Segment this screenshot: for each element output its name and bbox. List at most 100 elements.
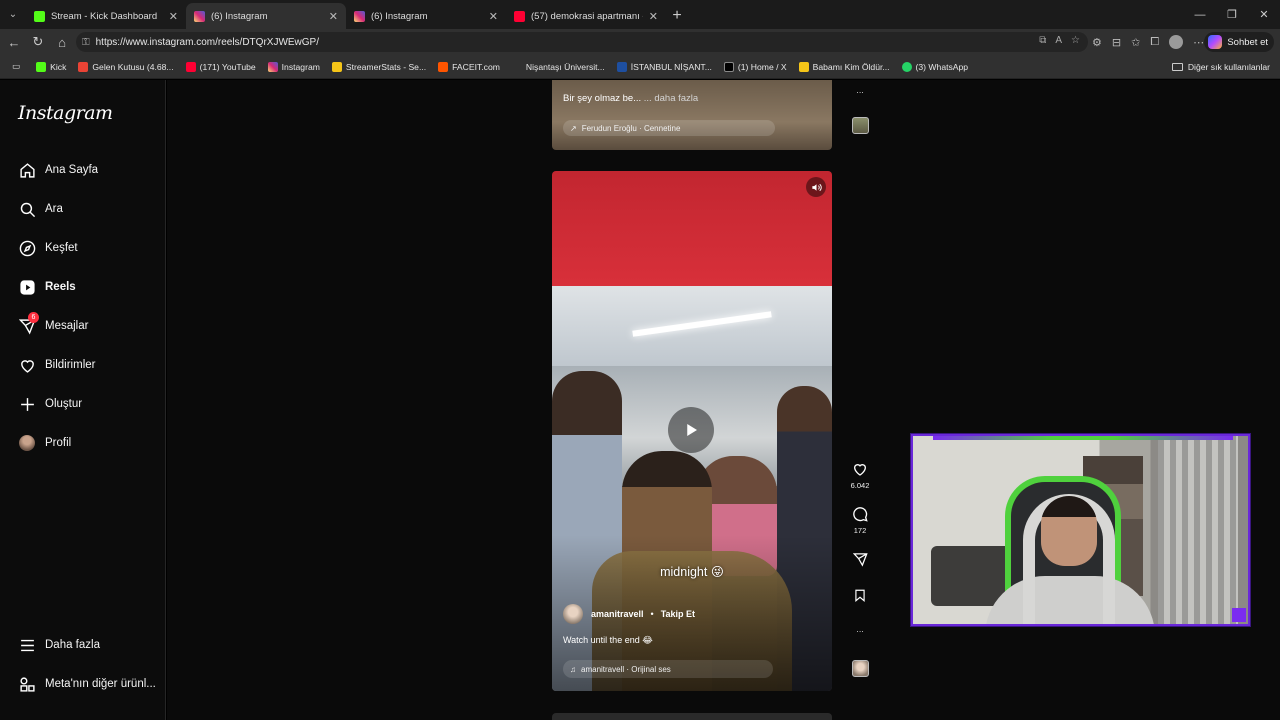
address-bar[interactable]: ⚿ https://www.instagram.com/reels/DTQrXJ… bbox=[76, 32, 1088, 52]
restore-icon[interactable]: ❐ bbox=[1216, 0, 1248, 29]
tab-instagram[interactable]: (6) Instagram ✕ bbox=[346, 3, 506, 29]
gmail-icon bbox=[78, 61, 89, 72]
favorite-star-icon[interactable]: ☆ bbox=[1071, 35, 1080, 46]
audio-thumbnail bbox=[851, 660, 869, 677]
open-in-app-icon[interactable]: ⧉ bbox=[1039, 35, 1046, 46]
instagram-logo[interactable]: Instagram bbox=[18, 102, 113, 124]
close-window-icon[interactable]: ✕ bbox=[1248, 0, 1280, 29]
author-username[interactable]: amanitravell bbox=[591, 609, 644, 619]
previous-reel[interactable]: Bir şey olmaz be... ... daha fazla ↗ Fer… bbox=[552, 80, 832, 150]
youtube-icon bbox=[514, 10, 525, 22]
next-reel[interactable] bbox=[552, 713, 832, 720]
read-aloud-icon[interactable]: A bbox=[1055, 35, 1062, 46]
author-avatar[interactable] bbox=[563, 604, 583, 624]
bookmark-gmail[interactable]: Gelen Kutusu (4.68... bbox=[72, 55, 179, 79]
sidebar-item-label: Daha fazla bbox=[45, 639, 100, 651]
sidebar-item-search[interactable]: Ara bbox=[18, 197, 63, 221]
close-icon[interactable]: ✕ bbox=[169, 10, 178, 23]
unread-badge: 6 bbox=[28, 312, 39, 323]
save-button[interactable] bbox=[844, 586, 876, 607]
play-button[interactable] bbox=[668, 407, 714, 453]
bookmark-youtube[interactable]: (171) YouTube bbox=[180, 55, 262, 79]
x-logo-icon bbox=[723, 61, 734, 72]
extensions-icon[interactable]: ⚙ bbox=[1092, 36, 1102, 49]
sidebar-item-reels[interactable]: Reels bbox=[18, 275, 76, 299]
reel-caption[interactable]: Watch until the end 😂 bbox=[563, 635, 653, 646]
sidebar-toggle-icon[interactable]: ▭ bbox=[6, 55, 30, 79]
close-icon[interactable]: ✕ bbox=[329, 10, 338, 23]
sidebar-item-label: Reels bbox=[45, 281, 76, 293]
copilot-label: Sohbet et bbox=[1227, 36, 1268, 48]
reel-video[interactable]: midnight 😜 amanitravell • Takip Et Watch… bbox=[552, 171, 832, 691]
tab-instagram-active[interactable]: (6) Instagram ✕ bbox=[186, 3, 346, 29]
reload-icon[interactable]: ↻ bbox=[26, 29, 50, 55]
new-tab-button[interactable]: + bbox=[666, 3, 688, 29]
site-info-icon[interactable]: ⚿ bbox=[82, 37, 90, 48]
sidebar-item-explore[interactable]: Keşfet bbox=[18, 236, 78, 260]
play-icon bbox=[687, 424, 697, 436]
sidebar-item-messages[interactable]: 6 Mesajlar bbox=[18, 312, 88, 338]
audio-toggle-button[interactable] bbox=[806, 177, 826, 197]
tab-kick-dashboard[interactable]: Stream - Kick Dashboard ✕ bbox=[26, 3, 186, 29]
close-icon[interactable]: ✕ bbox=[489, 10, 498, 23]
separator-dot: • bbox=[650, 609, 654, 619]
sidebar-item-label: Ara bbox=[45, 203, 63, 215]
sidebar-item-meta-apps[interactable]: Meta'nın diğer ürünl... bbox=[18, 672, 156, 696]
sidebar-item-label: Bildirimler bbox=[45, 359, 96, 371]
audio-thumb-button[interactable] bbox=[844, 660, 876, 677]
follow-button[interactable]: Takip Et bbox=[661, 609, 695, 619]
sidebar-item-home[interactable]: Ana Sayfa bbox=[18, 158, 98, 182]
compass-icon bbox=[18, 239, 36, 257]
bar-chart-icon bbox=[331, 61, 342, 72]
sidebar-item-label: Keşfet bbox=[45, 242, 78, 254]
bookmark-nisantasi[interactable]: Nişantaşı Üniversit... bbox=[506, 55, 611, 79]
sidebar-item-notifications[interactable]: Bildirimler bbox=[18, 353, 95, 377]
bookmark-icon bbox=[851, 586, 869, 604]
collections-icon[interactable]: ⧠ bbox=[1150, 36, 1159, 49]
reel-audio-pill[interactable]: ♫ amanitravell · Orijinal ses bbox=[563, 660, 773, 678]
home-icon[interactable]: ⌂ bbox=[50, 29, 74, 55]
reel-author-row: amanitravell • Takip Et bbox=[563, 603, 695, 625]
prev-reel-more-button[interactable]: ⋯ bbox=[844, 83, 876, 104]
sidebar-item-label: Ana Sayfa bbox=[45, 164, 99, 176]
more-options-icon[interactable]: ⋯ bbox=[1193, 36, 1204, 49]
caption-more-link[interactable]: ... daha fazla bbox=[644, 93, 698, 104]
comment-button[interactable]: 172 bbox=[844, 505, 876, 535]
sidebar-item-create[interactable]: Oluştur bbox=[18, 392, 82, 416]
other-favorites-folder[interactable]: Diğer sık kullanılanlar bbox=[1171, 55, 1270, 79]
bookmark-x[interactable]: (1) Home / X bbox=[718, 55, 793, 79]
tab-actions-menu[interactable]: ⌄ bbox=[0, 0, 26, 29]
share-button[interactable] bbox=[844, 550, 876, 571]
sidebar-item-more[interactable]: Daha fazla bbox=[18, 633, 100, 657]
minimize-icon[interactable]: — bbox=[1184, 0, 1216, 29]
sidebar-item-profile[interactable]: Profil bbox=[18, 431, 71, 455]
sidebar-item-label: Oluştur bbox=[45, 398, 83, 410]
like-button[interactable]: 6.042 bbox=[844, 460, 876, 490]
music-note-icon: ♫ bbox=[570, 664, 576, 674]
instagram-icon bbox=[267, 61, 278, 72]
more-button[interactable]: ⋯ bbox=[844, 622, 876, 643]
bookmark-kick[interactable]: Kick bbox=[30, 55, 72, 79]
bookmark-istanbul-nisantasi[interactable]: İSTANBUL NİŞANT... bbox=[611, 55, 718, 79]
prev-reel-audio-thumb[interactable] bbox=[844, 117, 876, 134]
bookmark-label: İSTANBUL NİŞANT... bbox=[630, 61, 712, 72]
split-screen-icon[interactable]: ⊟ bbox=[1112, 36, 1121, 49]
bookmark-streamerstats[interactable]: StreamerStats - Se... bbox=[326, 55, 432, 79]
other-favorites-label: Diğer sık kullanılanlar bbox=[1187, 62, 1270, 72]
tab-youtube[interactable]: (57) demokrasi apartmanı - YouTube ✕ bbox=[506, 3, 666, 29]
reel-audio-pill[interactable]: ↗ Ferudun Eroğlu · Cennetine bbox=[563, 120, 775, 136]
bookmark-babami[interactable]: Babamı Kim Öldür... bbox=[793, 55, 896, 79]
back-icon[interactable]: ← bbox=[2, 29, 26, 55]
profile-avatar-wrapper bbox=[18, 434, 36, 452]
bookmark-faceit[interactable]: FACEIT.com bbox=[432, 55, 506, 79]
copilot-chat-button[interactable]: Sohbet et bbox=[1204, 32, 1274, 52]
tab-label: (6) Instagram bbox=[211, 10, 268, 22]
favorites-icon[interactable]: ✩ bbox=[1131, 36, 1140, 49]
bookmark-instagram[interactable]: Instagram bbox=[262, 55, 326, 79]
close-icon[interactable]: ✕ bbox=[649, 10, 658, 23]
profile-avatar[interactable] bbox=[1169, 35, 1184, 49]
instagram-icon bbox=[354, 10, 365, 22]
kick-icon bbox=[34, 10, 45, 22]
bookmark-whatsapp[interactable]: (3) WhatsApp bbox=[896, 55, 975, 79]
url-text[interactable]: https://www.instagram.com/reels/DTQrXJWE… bbox=[96, 37, 319, 48]
